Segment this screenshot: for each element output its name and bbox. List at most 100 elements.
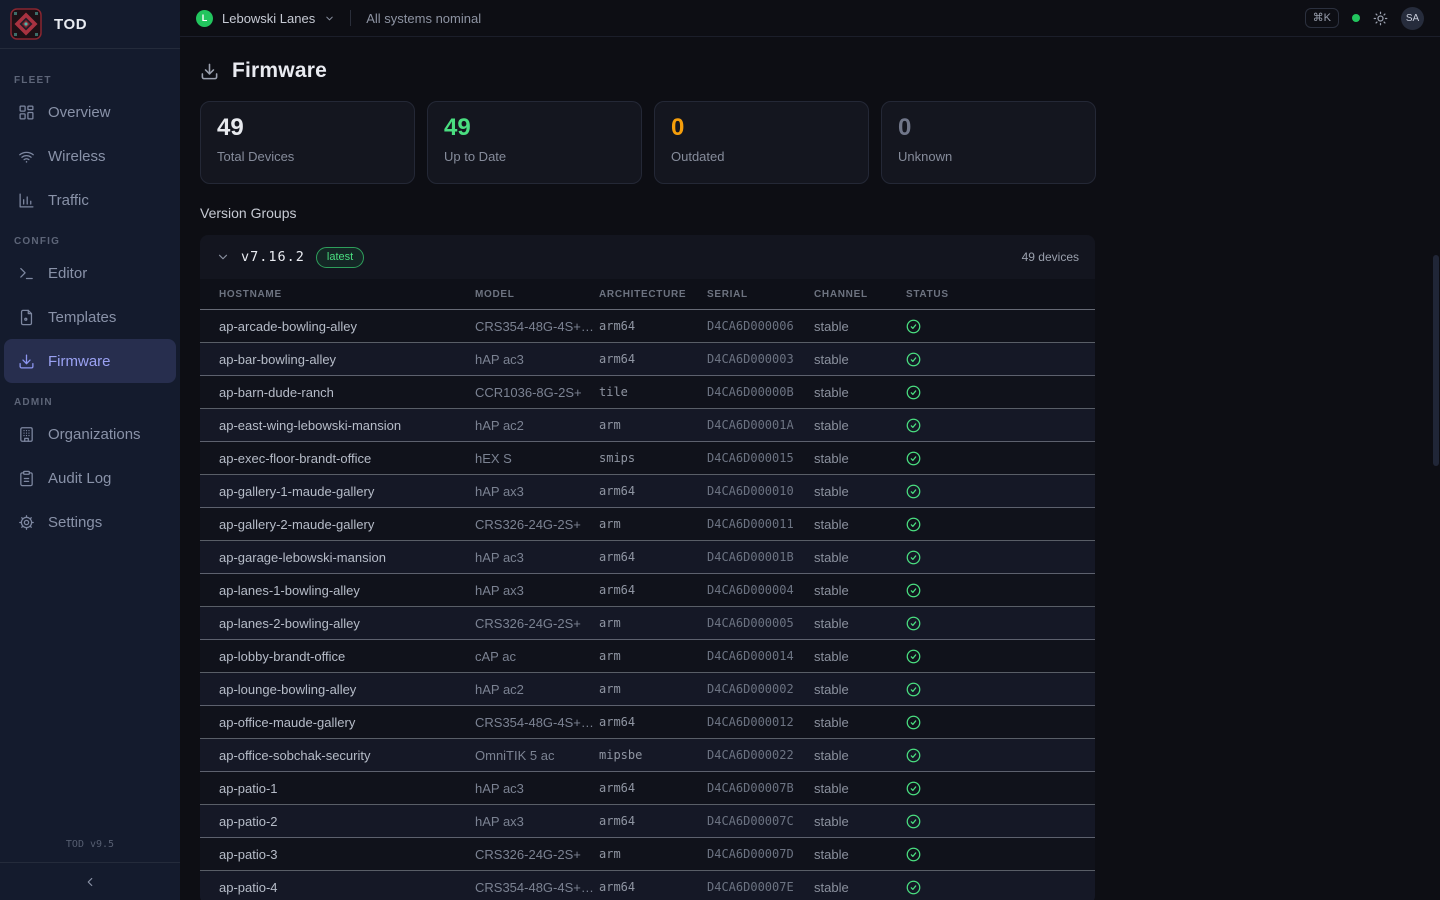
main-content: Firmware 49 Total Devices 49 Up to Date … — [180, 37, 1440, 900]
device-row[interactable]: ap-patio-1 hAP ac3 arm64 D4CA6D00007B st… — [200, 772, 1095, 805]
sidebar-item-overview[interactable]: Overview — [4, 90, 176, 134]
device-hostname: ap-arcade-bowling-alley — [219, 319, 475, 334]
sidebar-item-audit-log[interactable]: Audit Log — [4, 456, 176, 500]
terminal-icon — [18, 265, 35, 282]
wifi-icon — [18, 148, 35, 165]
device-serial: D4CA6D000002 — [707, 682, 814, 696]
connection-status-dot — [1352, 14, 1360, 22]
sidebar-item-label: Overview — [48, 104, 111, 121]
file-icon — [18, 309, 35, 326]
topbar-divider — [350, 10, 351, 26]
vertical-scrollbar[interactable] — [1433, 255, 1439, 466]
app-logo: TOD — [0, 0, 180, 49]
device-channel: stable — [814, 352, 906, 367]
device-row[interactable]: ap-office-maude-gallery CRS354-48G-4S+… … — [200, 706, 1095, 739]
device-row[interactable]: ap-lobby-brandt-office cAP ac arm D4CA6D… — [200, 640, 1095, 673]
device-row[interactable]: ap-arcade-bowling-alley CRS354-48G-4S+… … — [200, 310, 1095, 343]
device-row[interactable]: ap-office-sobchak-security OmniTIK 5 ac … — [200, 739, 1095, 772]
device-architecture: arm — [599, 517, 707, 531]
check-circle-icon — [906, 682, 1095, 697]
device-architecture: arm — [599, 649, 707, 663]
device-model: OmniTIK 5 ac — [475, 748, 599, 763]
device-serial: D4CA6D00007D — [707, 847, 814, 861]
device-architecture: arm — [599, 418, 707, 432]
topbar-actions: ⌘K SA — [1305, 7, 1424, 30]
device-serial: D4CA6D000011 — [707, 517, 814, 531]
device-serial: D4CA6D00007E — [707, 880, 814, 894]
sidebar-item-label: Organizations — [48, 426, 141, 443]
device-row[interactable]: ap-patio-3 CRS326-24G-2S+ arm D4CA6D0000… — [200, 838, 1095, 871]
device-row[interactable]: ap-bar-bowling-alley hAP ac3 arm64 D4CA6… — [200, 343, 1095, 376]
version-group-card: v7.16.2 latest 49 devices HOSTNAMEMODELA… — [200, 235, 1095, 900]
device-row[interactable]: ap-patio-4 CRS354-48G-4S+… arm64 D4CA6D0… — [200, 871, 1095, 900]
check-circle-icon — [906, 550, 1095, 565]
device-row[interactable]: ap-lanes-2-bowling-alley CRS326-24G-2S+ … — [200, 607, 1095, 640]
device-hostname: ap-lanes-1-bowling-alley — [219, 583, 475, 598]
gear-icon — [18, 514, 35, 531]
device-row[interactable]: ap-east-wing-lebowski-mansion hAP ac2 ar… — [200, 409, 1095, 442]
sidebar: TOD FLEET Overview Wireless Traffic CONF… — [0, 0, 180, 900]
device-hostname: ap-office-sobchak-security — [219, 748, 475, 763]
user-avatar[interactable]: SA — [1401, 7, 1424, 30]
device-model: CRS354-48G-4S+… — [475, 319, 599, 334]
check-circle-icon — [906, 649, 1095, 664]
version-groups-heading: Version Groups — [200, 205, 1440, 221]
org-name: Lebowski Lanes — [222, 11, 315, 26]
org-switcher[interactable]: L Lebowski Lanes — [196, 10, 335, 27]
device-hostname: ap-lobby-brandt-office — [219, 649, 475, 664]
device-row[interactable]: ap-gallery-1-maude-gallery hAP ax3 arm64… — [200, 475, 1095, 508]
version-group-header[interactable]: v7.16.2 latest 49 devices — [200, 235, 1095, 279]
device-row[interactable]: ap-gallery-2-maude-gallery CRS326-24G-2S… — [200, 508, 1095, 541]
sidebar-item-label: Wireless — [48, 148, 106, 165]
sidebar-item-traffic[interactable]: Traffic — [4, 178, 176, 222]
device-hostname: ap-gallery-1-maude-gallery — [219, 484, 475, 499]
sidebar-item-organizations[interactable]: Organizations — [4, 412, 176, 456]
device-channel: stable — [814, 649, 906, 664]
stat-label: Up to Date — [444, 149, 625, 164]
device-serial: D4CA6D00000B — [707, 385, 814, 399]
device-row[interactable]: ap-garage-lebowski-mansion hAP ac3 arm64… — [200, 541, 1095, 574]
building-icon — [18, 426, 35, 443]
device-hostname: ap-patio-2 — [219, 814, 475, 829]
device-hostname: ap-garage-lebowski-mansion — [219, 550, 475, 565]
device-architecture: arm64 — [599, 715, 707, 729]
device-row[interactable]: ap-lounge-bowling-alley hAP ac2 arm D4CA… — [200, 673, 1095, 706]
sidebar-item-wireless[interactable]: Wireless — [4, 134, 176, 178]
device-model: hAP ax3 — [475, 484, 599, 499]
check-circle-icon — [906, 715, 1095, 730]
sidebar-nav: FLEET Overview Wireless Traffic CONFIG E… — [0, 49, 180, 544]
device-serial: D4CA6D00001A — [707, 418, 814, 432]
device-channel: stable — [814, 550, 906, 565]
sidebar-item-label: Audit Log — [48, 470, 111, 487]
sidebar-item-firmware[interactable]: Firmware — [4, 339, 176, 383]
sidebar-item-settings[interactable]: Settings — [4, 500, 176, 544]
stats-row: 49 Total Devices 49 Up to Date 0 Outdate… — [200, 101, 1440, 184]
device-row[interactable]: ap-patio-2 hAP ax3 arm64 D4CA6D00007C st… — [200, 805, 1095, 838]
check-circle-icon — [906, 781, 1095, 796]
check-circle-icon — [906, 748, 1095, 763]
device-architecture: arm — [599, 847, 707, 861]
device-serial: D4CA6D000015 — [707, 451, 814, 465]
device-channel: stable — [814, 616, 906, 631]
device-hostname: ap-lanes-2-bowling-alley — [219, 616, 475, 631]
device-architecture: arm64 — [599, 814, 707, 828]
device-row[interactable]: ap-barn-dude-ranch CCR1036-8G-2S+ tile D… — [200, 376, 1095, 409]
sidebar-item-editor[interactable]: Editor — [4, 251, 176, 295]
stat-value: 0 — [671, 115, 852, 141]
firmware-version: v7.16.2 — [241, 249, 305, 265]
device-serial: D4CA6D000005 — [707, 616, 814, 630]
device-architecture: arm64 — [599, 880, 707, 894]
sidebar-item-templates[interactable]: Templates — [4, 295, 176, 339]
theme-toggle-button[interactable] — [1373, 11, 1388, 26]
sun-icon — [1373, 11, 1388, 26]
check-circle-icon — [906, 517, 1095, 532]
device-hostname: ap-bar-bowling-alley — [219, 352, 475, 367]
device-row[interactable]: ap-exec-floor-brandt-office hEX S smips … — [200, 442, 1095, 475]
command-palette-shortcut[interactable]: ⌘K — [1305, 8, 1339, 28]
stat-card: 0 Outdated — [654, 101, 869, 184]
app-logo-icon — [10, 8, 42, 40]
org-avatar: L — [196, 10, 213, 27]
device-row[interactable]: ap-lanes-1-bowling-alley hAP ax3 arm64 D… — [200, 574, 1095, 607]
nav-section-label: FLEET — [14, 75, 180, 86]
sidebar-collapse-button[interactable] — [0, 862, 180, 900]
